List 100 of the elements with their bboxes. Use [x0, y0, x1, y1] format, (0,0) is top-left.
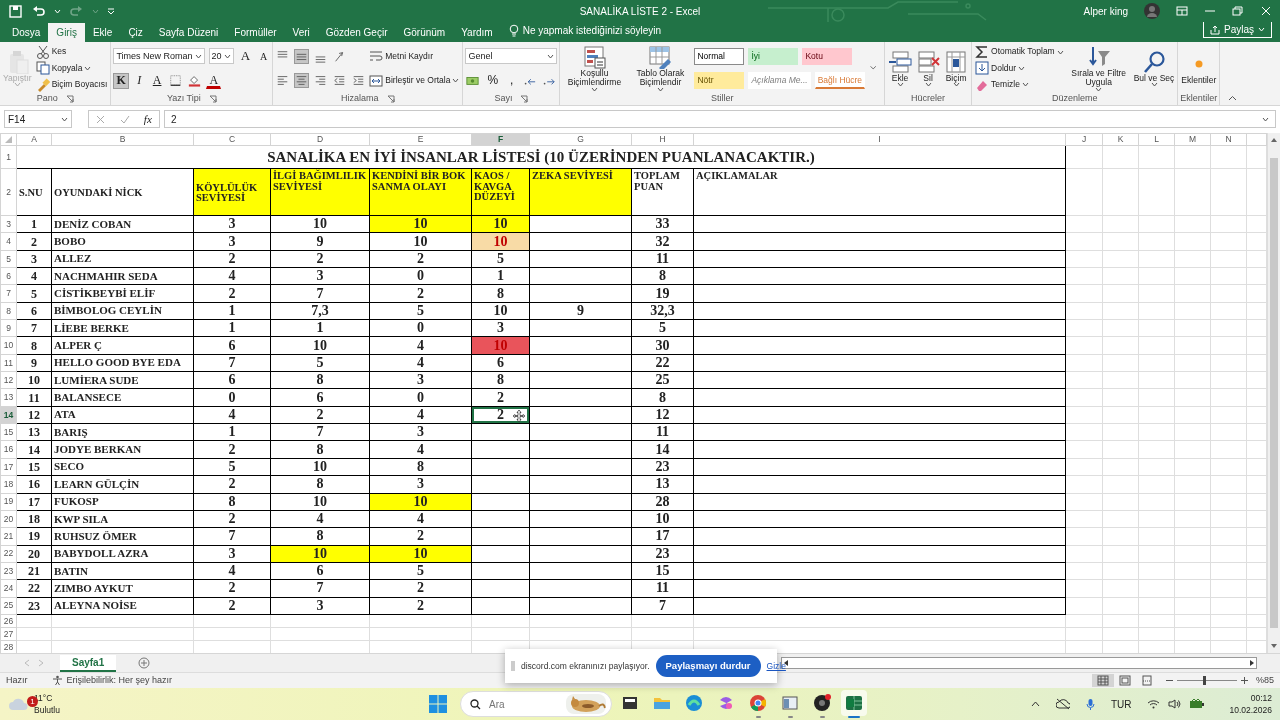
- zoom-in-icon[interactable]: [1241, 677, 1248, 684]
- ribbon-button[interactable]: Temizle: [974, 76, 1030, 93]
- insert-function-button[interactable]: fx: [143, 110, 152, 128]
- format-button[interactable]: A: [237, 48, 253, 65]
- row-header[interactable]: 2: [0, 168, 17, 216]
- ribbon-tab[interactable]: Giriş: [48, 23, 85, 42]
- column-header[interactable]: M: [1174, 133, 1211, 146]
- ribbon-button[interactable]: Eklentiler: [1180, 52, 1218, 85]
- close-icon[interactable]: [1260, 6, 1272, 16]
- drag-handle-icon[interactable]: [511, 661, 515, 671]
- ribbon-tab[interactable]: Yardım: [453, 23, 501, 42]
- chevron-up-icon[interactable]: [1030, 701, 1040, 707]
- add-sheet-icon[interactable]: [138, 657, 151, 669]
- accessibility-status[interactable]: Erişilebilirlik: Her şey hazır: [66, 673, 173, 688]
- save-icon[interactable]: [8, 3, 23, 19]
- ribbon-tab[interactable]: Ekle: [84, 23, 121, 42]
- clock-date[interactable]: 10.02.2026: [1229, 706, 1272, 715]
- dropdown-field[interactable]: Genel: [465, 48, 558, 65]
- format-button[interactable]: A: [257, 48, 271, 65]
- scroll-up-icon[interactable]: [1270, 137, 1278, 143]
- microphone-icon[interactable]: [1085, 697, 1095, 711]
- scrollbar-thumb[interactable]: [1270, 158, 1278, 628]
- ribbon-button[interactable]: Kes: [34, 44, 68, 61]
- ribbon-button[interactable]: Sırala ve Filtre Uygula: [1066, 45, 1131, 92]
- tell-me-field[interactable]: Ne yapmak istediğinizi söyleyin: [522, 23, 662, 38]
- cloud-off-icon[interactable]: [1055, 698, 1070, 710]
- stop-sharing-button[interactable]: Paylaşmayı durdur: [655, 654, 761, 678]
- undo-icon[interactable]: [31, 3, 46, 19]
- speaker-icon[interactable]: [1168, 699, 1182, 709]
- cell-style-swatch[interactable]: İyi: [748, 47, 799, 65]
- cell-style-swatch[interactable]: Nötr: [694, 72, 745, 90]
- zoom-out-icon[interactable]: [1166, 677, 1173, 684]
- restore-icon[interactable]: [1232, 6, 1244, 16]
- dropdown-field[interactable]: 20: [208, 48, 234, 65]
- share-button[interactable]: Paylaş: [1203, 21, 1272, 38]
- column-header[interactable]: F: [471, 133, 530, 146]
- column-header[interactable]: D: [270, 133, 370, 146]
- align-center-icon[interactable]: [294, 73, 310, 89]
- format-button[interactable]: A: [149, 72, 165, 89]
- cell-style-swatch[interactable]: Normal: [694, 47, 745, 65]
- zoom-level[interactable]: %85: [1256, 673, 1274, 688]
- fill-bucket-icon[interactable]: [187, 73, 203, 89]
- spreadsheet-icon[interactable]: [841, 690, 867, 716]
- wifi-icon[interactable]: [1147, 699, 1161, 709]
- column-header[interactable]: G: [529, 133, 632, 146]
- battery-icon[interactable]: [1189, 699, 1206, 709]
- ribbon-button[interactable]: Koşullu Biçimlendirme: [562, 45, 627, 92]
- formula-field[interactable]: 2: [164, 110, 1276, 128]
- ribbon-button[interactable]: Doldur: [974, 60, 1027, 77]
- start-icon[interactable]: [428, 694, 448, 714]
- column-header[interactable]: E: [369, 133, 472, 146]
- column-header[interactable]: A: [16, 133, 52, 146]
- ribbon-button[interactable]: Birleştir ve Ortala: [368, 72, 461, 89]
- format-button[interactable]: ,: [505, 72, 519, 89]
- cell-style-swatch[interactable]: Açıklama Me...: [748, 72, 811, 90]
- table-cell[interactable]: 2: [471, 406, 530, 424]
- ribbon-button[interactable]: Tablo Olarak Biçimlendir: [628, 45, 693, 92]
- ribbon-button[interactable]: Metni Kaydır: [368, 48, 434, 65]
- format-button[interactable]: I: [132, 72, 146, 89]
- column-header[interactable]: I: [693, 133, 1066, 146]
- avatar-icon[interactable]: [1144, 3, 1160, 19]
- sheet-tab[interactable]: Sayfa1: [60, 654, 117, 672]
- ribbon-button[interactable]: Kopyala: [34, 60, 93, 77]
- ribbon-button[interactable]: Biçim: [943, 49, 970, 88]
- format-button[interactable]: %: [484, 72, 502, 89]
- hide-link[interactable]: Gizle: [766, 659, 786, 673]
- ribbon-display-icon[interactable]: [1176, 6, 1188, 16]
- column-header[interactable]: H: [631, 133, 694, 146]
- format-button[interactable]: A: [206, 72, 222, 89]
- column-header[interactable]: C: [193, 133, 271, 146]
- row-header[interactable]: 1: [0, 145, 17, 169]
- ribbon-tab[interactable]: Veri: [284, 23, 318, 42]
- align-middle-icon[interactable]: [294, 48, 310, 64]
- collapse-ribbon-icon[interactable]: [1228, 95, 1238, 101]
- language-indicator[interactable]: TUR: [1110, 696, 1132, 712]
- ribbon-tab[interactable]: Çiz: [120, 23, 151, 42]
- dialog-launcher-icon[interactable]: [386, 95, 395, 103]
- ribbon-tab[interactable]: Dosya: [4, 23, 49, 42]
- customize-icon[interactable]: [107, 7, 115, 15]
- dialog-launcher-icon[interactable]: [208, 95, 217, 103]
- enter-icon[interactable]: [119, 114, 130, 124]
- cancel-icon[interactable]: [96, 114, 106, 124]
- clock-time[interactable]: 00:12: [1250, 693, 1272, 702]
- ribbon-button[interactable]: Bul ve Seç: [1132, 49, 1176, 88]
- dialog-launcher-icon[interactable]: [65, 95, 74, 103]
- column-header[interactable]: L: [1138, 133, 1175, 146]
- zoom-slider[interactable]: [1177, 676, 1237, 685]
- name-box[interactable]: F14: [4, 110, 72, 128]
- format-button[interactable]: K: [113, 72, 129, 89]
- ribbon-button[interactable]: Ekle: [887, 49, 914, 88]
- ribbon-button[interactable]: Sil: [915, 49, 942, 88]
- ribbon-tab[interactable]: Formüller: [226, 23, 285, 42]
- dropdown-field[interactable]: Times New Roman: [113, 48, 205, 65]
- slider-thumb[interactable]: [1202, 676, 1206, 685]
- ribbon-tab[interactable]: Sayfa Düzeni: [150, 23, 227, 42]
- ribbon-button[interactable]: Biçim Boyacısı: [34, 76, 109, 93]
- dialog-launcher-icon[interactable]: [520, 95, 529, 103]
- ribbon-tab[interactable]: Görünüm: [395, 23, 454, 42]
- scroll-down-icon[interactable]: [1270, 643, 1278, 649]
- ribbon-button[interactable]: Otomatik Toplam: [974, 44, 1065, 61]
